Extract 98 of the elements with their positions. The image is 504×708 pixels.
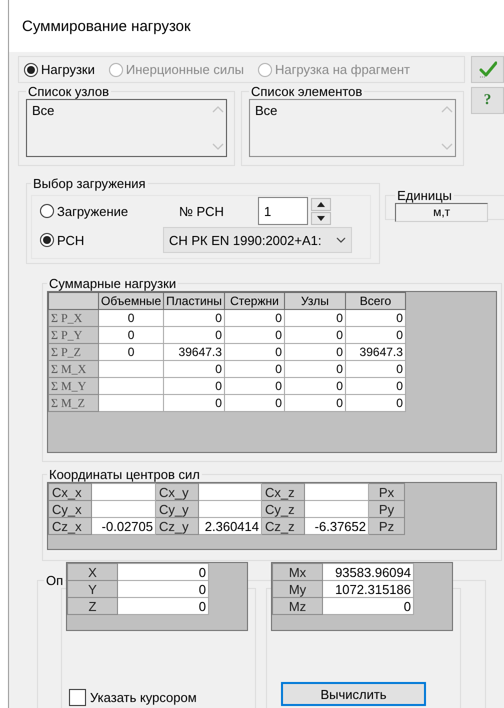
table-cell: 0 (345, 378, 406, 394)
table-cell: 0 (322, 598, 414, 614)
chevron-up-icon (440, 106, 452, 113)
table-cell: 0 (284, 378, 346, 394)
column-header: Объемные (98, 292, 164, 310)
row-header: Y (68, 580, 118, 598)
table-cell: 0 (345, 326, 406, 344)
table-cell: 0 (118, 598, 208, 614)
table-cell: 0 (224, 326, 284, 344)
spin-up-button[interactable] (311, 198, 331, 210)
row-header: Cx_z (262, 484, 304, 500)
row-header: Py (368, 500, 404, 518)
row-header: Cx_x (48, 484, 92, 500)
checkbox[interactable]: Указать курсором (69, 689, 197, 706)
row-header: Cy_y (156, 500, 198, 518)
group-title: Координаты центров сил (48, 467, 201, 482)
column-header: Узлы (284, 292, 346, 310)
table-cell: 93583.96094 (322, 564, 414, 580)
row-header: Σ M_X (48, 360, 98, 378)
table-cell: 0 (164, 310, 224, 326)
row-header: X (68, 564, 118, 580)
chevron-down-icon (212, 143, 224, 150)
column-header: Стержни (224, 292, 284, 310)
check-icon (478, 61, 496, 78)
table-cell: 0 (224, 378, 284, 394)
table-cell: 0 (284, 310, 346, 326)
triangle-down-icon (317, 216, 325, 220)
triangle-up-icon (317, 202, 325, 206)
table-cell: 0 (284, 360, 346, 378)
group-title: Суммарные нагрузки (48, 276, 178, 291)
row-header: Mx (272, 564, 322, 580)
units-field: м,т (395, 203, 488, 222)
table-cell: 0 (224, 310, 284, 326)
row-header: Z (68, 598, 118, 614)
group-title: Список элементов (250, 84, 364, 99)
table-cell: -6.37652 (304, 518, 368, 534)
table-cell: 0 (284, 326, 346, 344)
group-title: Единицы (396, 188, 453, 203)
table-cell: 0 (118, 580, 208, 598)
spin-down-button[interactable] (311, 212, 331, 224)
row-header: Cy_x (48, 500, 92, 518)
calculate-button[interactable]: Вычислить (281, 682, 426, 706)
table-cell: 0 (164, 378, 224, 394)
table-cell: 0 (345, 394, 406, 412)
table-cell: 0 (98, 326, 164, 344)
table-cell: 2.360414 (198, 518, 262, 534)
table-cell: 0 (118, 564, 208, 580)
row-header: Mz (272, 598, 322, 614)
table-cell: 0 (284, 394, 346, 412)
table-cell: 0 (98, 310, 164, 326)
list-box[interactable]: Все (26, 99, 227, 157)
row-header: Cx_y (156, 484, 198, 500)
list-item[interactable]: Все (32, 103, 204, 118)
row-header: Σ M_Z (48, 394, 98, 412)
table-cell: 0 (98, 344, 164, 360)
column-header: Пластины (164, 292, 224, 310)
row-header: Cz_y (156, 518, 198, 534)
number-field[interactable]: 1 (258, 197, 308, 225)
group-title: Выбор загружения (32, 176, 147, 191)
table-cell: 0 (345, 360, 406, 378)
table-cell: 0 (164, 360, 224, 378)
table-cell: 0 (224, 344, 284, 360)
row-header: Cy_z (262, 500, 304, 518)
row-header: Σ P_Z (48, 344, 98, 360)
row-header: My (272, 580, 322, 598)
chevron-up-icon (212, 106, 224, 113)
field-label: № РСН (178, 204, 225, 218)
table-cell: 39647.3 (164, 344, 224, 360)
row-header: Px (368, 484, 404, 500)
table-cell: 1072.315186 (322, 580, 414, 598)
row-header: Cz_z (262, 518, 304, 534)
norm-dropdown[interactable]: СН РК EN 1990:2002+A1: (163, 227, 352, 253)
table-cell: 39647.3 (345, 344, 406, 360)
row-header: Σ M_Y (48, 378, 98, 394)
apply-button[interactable] (471, 56, 504, 83)
table-cell: 0 (224, 394, 284, 412)
row-header: Cz_x (48, 518, 92, 534)
list-item[interactable]: Все (255, 103, 433, 118)
group-title: Оп (45, 573, 64, 588)
help-button[interactable]: ? (471, 87, 504, 114)
table-cell: 0 (164, 326, 224, 344)
table-cell: 0 (164, 394, 224, 412)
row-header: Pz (368, 518, 404, 534)
radio-button[interactable]: Нагрузки (24, 62, 95, 77)
group-title: Список узлов (27, 84, 110, 99)
window-title: Суммирование нагрузок (22, 18, 191, 34)
table-cell: 0 (284, 344, 346, 360)
row-header: Σ P_Y (48, 326, 98, 344)
column-header: Всего (345, 292, 406, 310)
chevron-down-icon (440, 143, 452, 150)
list-box[interactable]: Все (249, 99, 456, 157)
radio-button[interactable]: Загружение (40, 204, 163, 218)
table-cell: 0 (345, 310, 406, 326)
table-cell: -0.02705 (92, 518, 156, 534)
row-header: Σ P_X (48, 310, 98, 326)
radio-button[interactable]: РСН (40, 232, 163, 248)
table-cell: 0 (224, 360, 284, 378)
chevron-down-icon (336, 237, 346, 243)
